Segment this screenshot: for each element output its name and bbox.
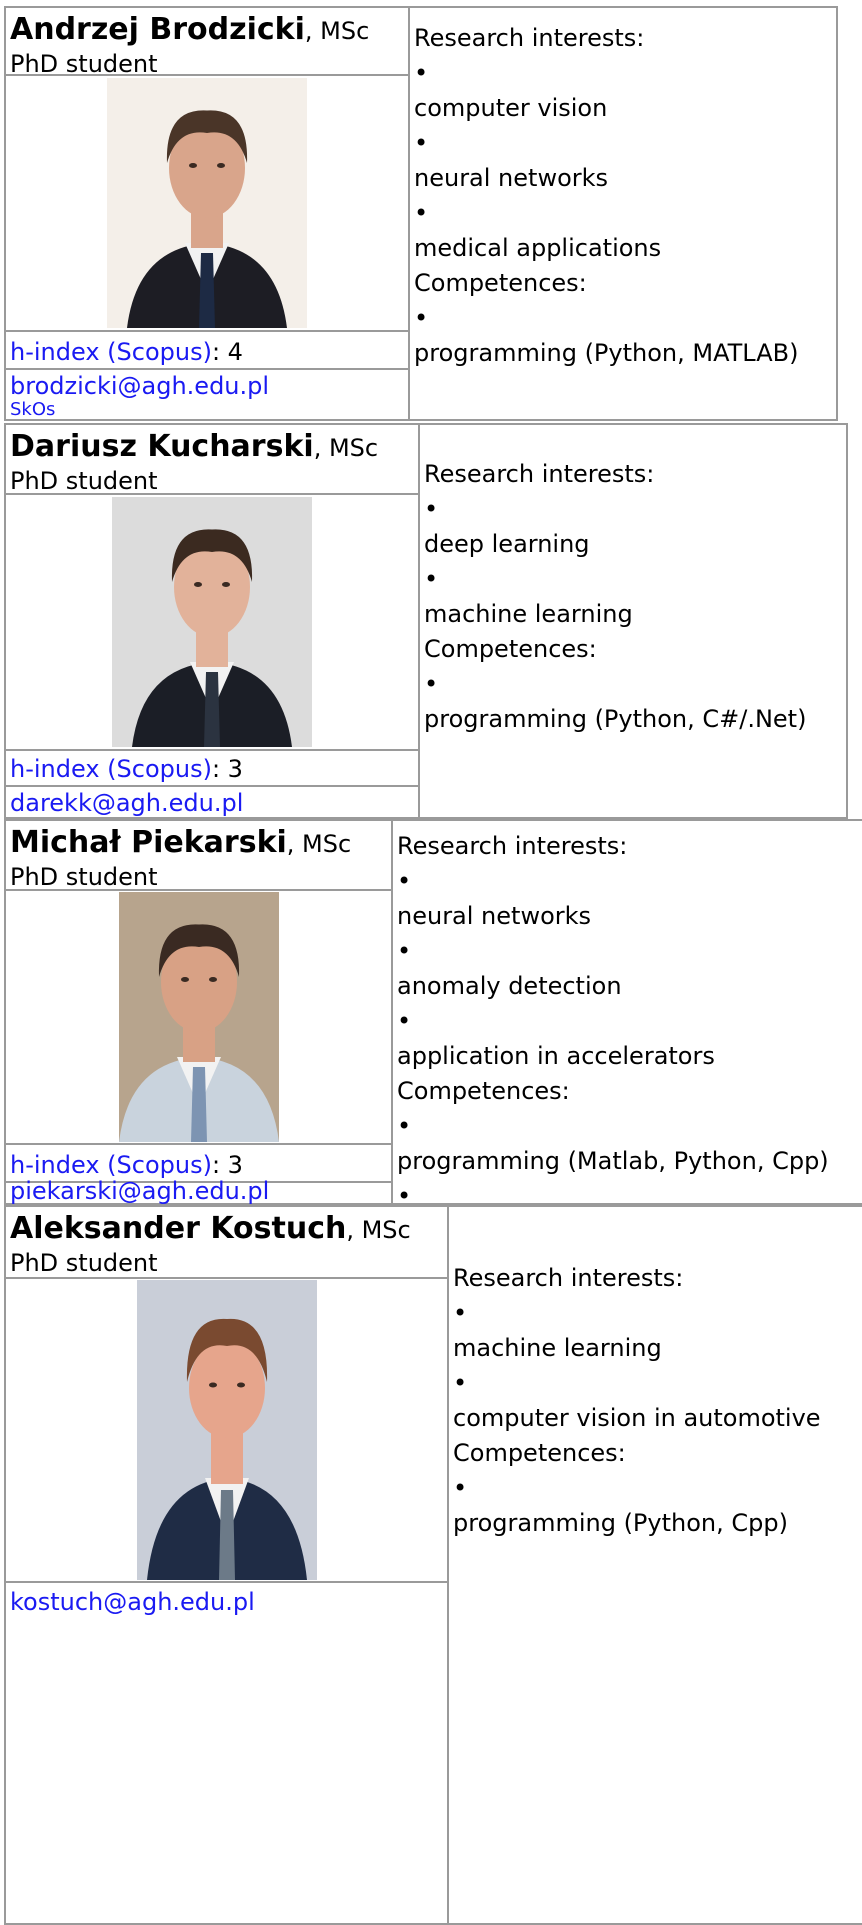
research-interest-item: computer vision in automotive: [453, 1404, 821, 1432]
person-card: Andrzej Brodzicki, MSc PhD student h-ind…: [4, 6, 838, 421]
person-header: Aleksander Kostuch, MSc PhD student: [6, 1207, 447, 1279]
email-link[interactable]: kostuch@agh.edu.pl: [6, 1583, 447, 1621]
person-name: Michał Piekarski: [10, 825, 287, 860]
person-card: Dariusz Kucharski, MSc PhD student h-ind…: [4, 423, 848, 819]
person-role: PhD student: [10, 863, 158, 891]
research-interests-label: Research interests:: [453, 1264, 684, 1292]
person-info-column: Andrzej Brodzicki, MSc PhD student h-ind…: [6, 8, 410, 419]
person-header: Andrzej Brodzicki, MSc PhD student: [6, 8, 408, 76]
research-interest-item: application in accelerators: [397, 1042, 715, 1070]
competence-item: programming (Python, C#/.Net): [424, 705, 807, 733]
competences-label: Competences:: [424, 635, 597, 663]
person-role: PhD student: [10, 50, 158, 76]
competences-label: Competences:: [414, 268, 587, 297]
list-bullet: •: [453, 1299, 468, 1327]
list-bullet: •: [397, 1112, 412, 1140]
photo-cell: [6, 891, 391, 1145]
research-column: Research interests: • machine learning • com…: [449, 1207, 862, 1923]
list-bullet: •: [414, 128, 429, 157]
research-interests-label: Research interests:: [397, 832, 628, 860]
person-name: Aleksander Kostuch: [10, 1211, 347, 1246]
person-photo: [107, 78, 307, 328]
person-info-column: Michał Piekarski, MSc PhD student h-inde…: [6, 821, 393, 1203]
list-bullet: •: [453, 1474, 468, 1502]
hindex-value: : 3: [211, 1151, 243, 1179]
list-bullet: •: [453, 1369, 468, 1397]
research-column: Research interests: • deep learning • machin…: [420, 425, 846, 817]
person-name: Andrzej Brodzicki: [10, 12, 305, 47]
contact-cell: darekk@agh.edu.pl: [6, 787, 418, 817]
research-interest-item: deep learning: [424, 530, 590, 558]
person-role: PhD student: [10, 1249, 158, 1277]
skos-link[interactable]: SkOs: [6, 400, 408, 420]
person-degree: , MSc: [313, 434, 379, 462]
research-interest-item: anomaly detection: [397, 972, 622, 1000]
person-card: Aleksander Kostuch, MSc PhD student kost…: [4, 1205, 862, 1925]
person-header: Michał Piekarski, MSc PhD student: [6, 821, 391, 891]
hindex-row: h-index (Scopus): 3: [6, 751, 418, 787]
contact-cell: brodzicki@agh.edu.pl SkOs: [6, 370, 408, 419]
competences-label: Competences:: [453, 1439, 626, 1467]
research-interest-item: medical applications: [414, 233, 662, 262]
hindex-value: : 4: [211, 338, 243, 366]
hindex-link[interactable]: h-index (Scopus): [10, 755, 212, 783]
list-bullet: •: [414, 58, 429, 87]
hindex-value: : 3: [211, 755, 243, 783]
research-column: Research interests: • neural networks • anom…: [393, 821, 862, 1203]
photo-cell: [6, 76, 408, 332]
person-degree: , MSc: [346, 1216, 411, 1244]
list-bullet: •: [424, 565, 439, 593]
research-interests-label: Research interests:: [414, 23, 645, 52]
contact-cell: kostuch@agh.edu.pl: [6, 1583, 447, 1623]
research-interest-item: neural networks: [414, 163, 609, 192]
photo-cell: [6, 495, 418, 751]
list-bullet: •: [397, 937, 412, 965]
contact-cell: piekarski@agh.edu.pl: [6, 1179, 391, 1203]
person-name: Dariusz Kucharski: [10, 429, 314, 464]
hindex-row: h-index (Scopus): 4: [6, 332, 408, 370]
research-column: Research interests: • computer vision • neur…: [410, 8, 836, 419]
person-photo: [112, 497, 312, 747]
email-link[interactable]: piekarski@agh.edu.pl: [6, 1179, 391, 1203]
research-interest-item: neural networks: [397, 902, 592, 930]
research-interest-item: machine learning: [424, 600, 633, 628]
list-bullet: •: [397, 1007, 412, 1035]
person-card: Michał Piekarski, MSc PhD student h-inde…: [4, 819, 862, 1205]
person-photo: [118, 892, 279, 1142]
competence-item: programming (Matlab, Python, Cpp): [397, 1147, 829, 1175]
list-bullet: •: [397, 1182, 412, 1203]
email-link[interactable]: brodzicki@agh.edu.pl: [6, 370, 408, 400]
research-interest-item: computer vision: [414, 93, 608, 122]
email-link[interactable]: darekk@agh.edu.pl: [6, 787, 418, 817]
hindex-link[interactable]: h-index (Scopus): [10, 1151, 212, 1179]
competences-label: Competences:: [397, 1077, 570, 1105]
list-bullet: •: [414, 303, 429, 332]
list-bullet: •: [397, 867, 412, 895]
person-role: PhD student: [10, 467, 158, 495]
competence-item: programming (Python, MATLAB): [414, 338, 799, 367]
list-bullet: •: [424, 495, 439, 523]
list-bullet: •: [414, 198, 429, 227]
research-interests-label: Research interests:: [424, 460, 655, 488]
competence-item: programming (Python, Cpp): [453, 1509, 788, 1537]
person-photo: [136, 1280, 317, 1580]
person-info-column: Aleksander Kostuch, MSc PhD student kost…: [6, 1207, 449, 1923]
person-header: Dariusz Kucharski, MSc PhD student: [6, 425, 418, 495]
photo-cell: [6, 1279, 447, 1583]
research-interest-item: machine learning: [453, 1334, 662, 1362]
person-degree: , MSc: [304, 17, 370, 45]
person-info-column: Dariusz Kucharski, MSc PhD student h-ind…: [6, 425, 420, 817]
hindex-link[interactable]: h-index (Scopus): [10, 338, 212, 366]
list-bullet: •: [424, 670, 439, 698]
person-degree: , MSc: [286, 830, 352, 858]
